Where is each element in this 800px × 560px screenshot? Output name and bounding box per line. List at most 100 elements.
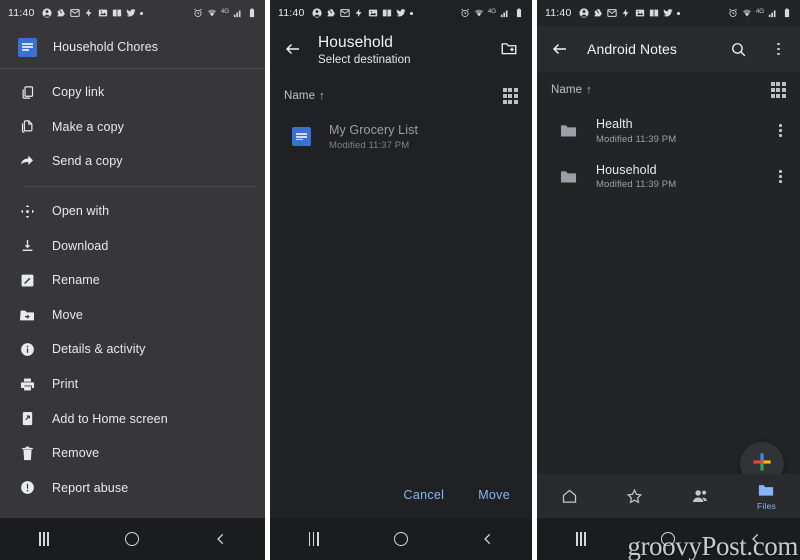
menu-item-details-activity[interactable]: Details & activity [0, 332, 265, 367]
network-4g-label: 4G [487, 7, 496, 15]
status-bar-system-icons: 4G [460, 8, 524, 18]
table-row[interactable]: Health Modified 11:39 PM [537, 108, 800, 154]
move-icon [18, 306, 36, 324]
overflow-menu-icon[interactable] [773, 166, 788, 187]
photos-icon [635, 8, 645, 18]
status-bar: 11:40 4G [0, 0, 265, 26]
twitter-icon [125, 8, 136, 18]
recents-icon[interactable] [33, 528, 55, 550]
menu-item-label: Remove [52, 446, 100, 461]
signal-icon [768, 8, 778, 18]
menu-item-copy-link[interactable]: Copy link [0, 75, 265, 110]
destination-list: Name ↑ My Grocery List Modified 11:37 PM [270, 78, 532, 160]
phone-screen-select-destination: 11:40 4G Household Select destination Na… [270, 0, 532, 560]
wifi-icon [474, 8, 484, 18]
copy-link-icon [18, 83, 36, 101]
account-icon [578, 8, 589, 18]
search-icon[interactable] [730, 41, 747, 58]
menu-item-print[interactable]: Print [0, 367, 265, 402]
select-destination-header: Household Select destination [270, 26, 532, 78]
battery-icon [514, 8, 524, 18]
bottom-nav-shared[interactable] [691, 487, 709, 505]
more-dot-icon [409, 11, 413, 15]
back-arrow-icon[interactable] [551, 40, 569, 58]
overflow-menu-icon[interactable] [773, 120, 788, 141]
menu-item-label: Copy link [52, 85, 105, 100]
status-bar-notification-icons [41, 8, 143, 18]
more-dot-icon [139, 11, 143, 15]
back-arrow-icon[interactable] [284, 33, 302, 58]
site-watermark: groovyPost.com [627, 531, 798, 560]
twitter-icon [662, 8, 673, 18]
sort-arrow-icon[interactable]: ↑ [586, 84, 592, 96]
alarm-icon [460, 8, 470, 18]
menu-item-move[interactable]: Move [0, 298, 265, 333]
bottom-navigation: Files [537, 474, 800, 518]
book-icon [112, 8, 122, 18]
destination-actions: Cancel Move [270, 472, 532, 518]
back-chevron-icon[interactable] [477, 528, 499, 550]
grid-view-icon[interactable] [502, 88, 518, 104]
battery-icon [247, 8, 257, 18]
menu-item-label: Print [52, 377, 79, 392]
book-icon [649, 8, 659, 18]
bottom-nav-starred[interactable] [626, 488, 643, 505]
signal-icon [233, 8, 243, 18]
table-row[interactable]: Household Modified 11:39 PM [537, 154, 800, 200]
menu-item-open-with[interactable]: Open with [0, 194, 265, 229]
menu-item-download[interactable]: Download [0, 228, 265, 263]
photos-icon [368, 8, 378, 18]
cancel-button[interactable]: Cancel [404, 488, 445, 502]
folder-modified: Modified 11:39 PM [596, 133, 677, 145]
table-row-text: Health Modified 11:39 PM [596, 117, 755, 145]
menu-item-remove[interactable]: Remove [0, 436, 265, 471]
alarm-icon [193, 8, 203, 18]
sort-arrow-icon[interactable]: ↑ [319, 90, 325, 102]
menu-item-rename[interactable]: Rename [0, 263, 265, 298]
file-modified: Modified 11:37 PM [329, 139, 410, 151]
menu-item-label: Open with [52, 204, 110, 219]
sort-bar: Name ↑ [270, 78, 532, 114]
menu-item-label: Download [52, 238, 109, 253]
menu-item-label: Rename [52, 273, 100, 288]
new-folder-icon[interactable] [500, 33, 518, 57]
file-name: My Grocery List [329, 123, 419, 137]
page-title: Android Notes [587, 41, 678, 57]
menu-item-label: Report abuse [52, 480, 129, 495]
folder-icon [559, 167, 578, 186]
file-menu-header: Household Chores [0, 26, 265, 68]
overflow-menu-icon[interactable] [771, 39, 786, 60]
back-chevron-icon[interactable] [210, 528, 232, 550]
recents-icon[interactable] [570, 528, 592, 550]
menu-item-make-a-copy[interactable]: Make a copy [0, 110, 265, 145]
recents-icon[interactable] [303, 528, 325, 550]
grid-view-icon[interactable] [770, 82, 786, 98]
rename-icon [18, 271, 36, 289]
page-subtitle: Select destination [318, 54, 411, 66]
drive-icon [326, 8, 336, 18]
bottom-nav-home[interactable] [561, 488, 578, 505]
photos-icon [98, 8, 108, 18]
three-phone-screenshots: 11:40 4G Household Chores Copy link Make… [0, 0, 800, 560]
signal-icon [500, 8, 510, 18]
home-circle-icon[interactable] [390, 528, 412, 550]
google-docs-icon [292, 127, 311, 147]
table-row-text: Household Modified 11:39 PM [596, 163, 755, 191]
alarm-icon [728, 8, 738, 18]
menu-item-report-abuse[interactable]: Report abuse [0, 471, 265, 506]
phone-screen-file-menu: 11:40 4G Household Chores Copy link Make… [0, 0, 265, 560]
menu-item-send-a-copy[interactable]: Send a copy [0, 144, 265, 179]
move-button[interactable]: Move [478, 488, 510, 502]
more-dot-icon [676, 11, 680, 15]
page-title: Household [318, 34, 394, 51]
doc-lines [22, 42, 33, 51]
bottom-nav-files[interactable]: Files [757, 481, 776, 511]
sort-label[interactable]: Name [551, 84, 582, 96]
context-menu: Copy link Make a copy Send a copy Open w… [0, 69, 265, 505]
sort-label[interactable]: Name [284, 90, 315, 102]
menu-item-add-to-home-screen[interactable]: Add to Home screen [0, 401, 265, 436]
list-item[interactable]: My Grocery List Modified 11:37 PM [270, 114, 532, 160]
sort-bar: Name ↑ [537, 72, 800, 108]
wifi-icon [207, 8, 217, 18]
home-circle-icon[interactable] [121, 528, 143, 550]
